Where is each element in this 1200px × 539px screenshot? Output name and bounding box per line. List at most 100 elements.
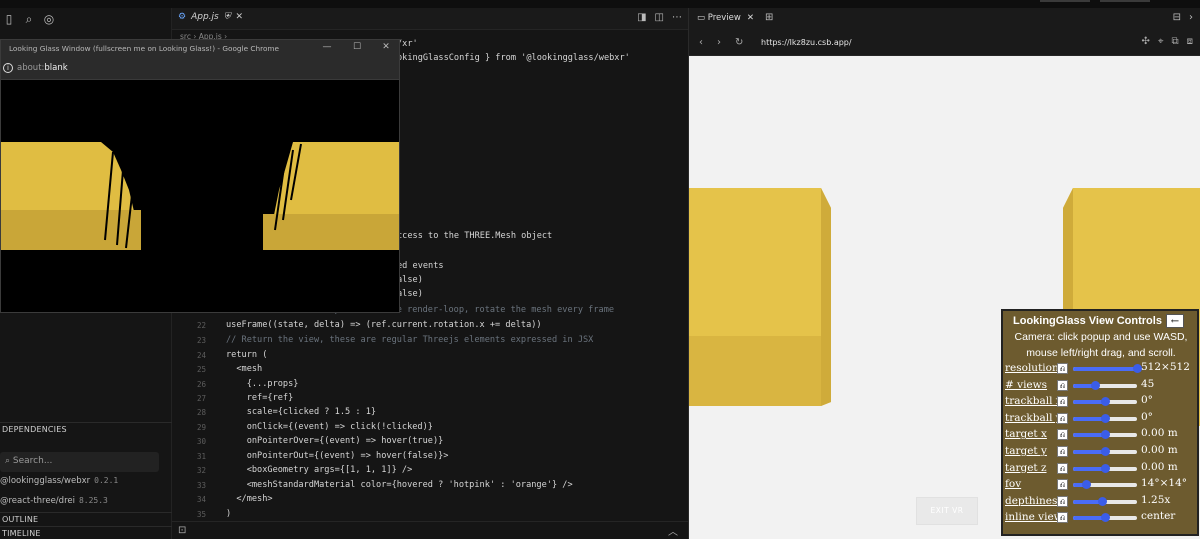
code-line[interactable]: 28 scale={clicked ? 1.5 : 1} — [172, 406, 688, 420]
timeline-label[interactable]: TIMELINE — [2, 529, 41, 538]
code-line[interactable]: 31 onPointerOut={(event) => hover(false)… — [172, 450, 688, 464]
dependency-item[interactable]: @lookingglass/webxr 0.2.1 — [0, 476, 118, 486]
code-line[interactable]: 35) — [172, 508, 688, 522]
slider-thumb[interactable] — [1101, 463, 1110, 473]
reset-icon[interactable]: ⎌ — [1057, 363, 1068, 374]
lg-control-label[interactable]: target x — [1005, 428, 1057, 440]
lg-control-label[interactable]: # views — [1005, 379, 1057, 391]
slider-thumb[interactable] — [1097, 496, 1107, 506]
close-icon[interactable]: ✕ — [235, 12, 243, 22]
reload-icon[interactable]: ↻ — [735, 37, 743, 48]
code-line[interactable]: 29 onClick={(event) => click(!clicked)} — [172, 421, 688, 435]
github-icon[interactable]: ◎ — [42, 12, 56, 32]
line-number: 28 — [196, 408, 206, 417]
reset-icon[interactable]: ⎌ — [1057, 495, 1068, 507]
url-input[interactable]: https://lkz8zu.csb.app/ — [761, 38, 852, 47]
dependencies-label[interactable]: DEPENDENCIES — [2, 425, 67, 434]
info-icon[interactable]: i — [3, 63, 13, 73]
slider-thumb[interactable] — [1101, 513, 1110, 523]
lg-slider[interactable] — [1073, 480, 1137, 490]
dependency-item[interactable]: @react-three/drei 8.25.3 — [0, 496, 108, 506]
slider-thumb[interactable] — [1101, 397, 1110, 407]
file-icon[interactable]: ▯ — [2, 12, 16, 32]
code-line[interactable]: 26 {...props} — [172, 378, 688, 392]
code-line[interactable]: 27 ref={ref} — [172, 392, 688, 406]
top-pill — [1100, 0, 1150, 2]
lg-slider[interactable] — [1073, 397, 1137, 407]
popout-icon[interactable]: ⧈ — [1187, 36, 1193, 47]
target-icon[interactable]: ⌖ — [1158, 36, 1164, 47]
slider-thumb[interactable] — [1081, 480, 1091, 490]
reset-icon[interactable]: ⎌ — [1057, 429, 1068, 441]
lg-control-label[interactable]: resolution — [1005, 362, 1057, 374]
more-icon[interactable]: ⋯ — [672, 12, 682, 23]
tab-preview[interactable]: ▭ Preview ✕ — [697, 13, 754, 23]
line-number: 31 — [196, 452, 206, 461]
outline-label[interactable]: OUTLINE — [2, 515, 38, 524]
reset-icon[interactable]: ⎌ — [1057, 396, 1068, 408]
lg-control-label[interactable]: inline view — [1005, 511, 1057, 523]
vr-icon[interactable]: ✣ — [1141, 36, 1149, 47]
exit-vr-button[interactable]: EXIT VR — [916, 497, 978, 525]
lg-control-label[interactable]: trackball x — [1005, 395, 1057, 407]
line-content: onPointerOver={(event) => hover(true)} — [226, 436, 444, 446]
lg-slider[interactable] — [1073, 430, 1137, 440]
code-line[interactable]: 30 onPointerOver={(event) => hover(true)… — [172, 435, 688, 449]
code-line[interactable]: 24 return ( — [172, 349, 688, 363]
lg-control-label[interactable]: depthiness — [1005, 495, 1057, 507]
reset-icon[interactable]: ⎌ — [1057, 479, 1068, 491]
slider-thumb[interactable] — [1101, 413, 1110, 423]
split-editor-icon[interactable]: ◫ — [655, 12, 664, 23]
open-external-icon[interactable]: ⧉ — [1171, 36, 1178, 47]
lg-slider[interactable] — [1073, 413, 1137, 423]
popup-url[interactable]: about:blank — [17, 63, 68, 73]
lg-control-label[interactable]: target y — [1005, 445, 1057, 457]
close-icon[interactable]: ✕ — [747, 13, 754, 23]
dependency-search-input[interactable]: ⌕ Search... — [0, 452, 159, 472]
panel-icon[interactable]: ⊟ — [1173, 12, 1181, 23]
search-icon[interactable]: ⌕ — [22, 12, 36, 32]
lg-slider[interactable] — [1073, 380, 1137, 390]
code-line[interactable]: 23 // Return the view, these are regular … — [172, 334, 688, 348]
chevron-right-icon[interactable]: › — [1189, 12, 1193, 23]
reset-icon[interactable]: ⎌ — [1057, 462, 1068, 474]
back-icon[interactable]: ‹ — [699, 37, 703, 48]
quilt-render — [1, 142, 399, 250]
slider-thumb[interactable] — [1091, 380, 1101, 390]
minimize-icon[interactable]: — — [312, 42, 342, 52]
code-line[interactable]: 22 useFrame((state, delta) => (ref.curren… — [172, 319, 688, 333]
reset-icon[interactable]: ⎌ — [1057, 412, 1068, 424]
lg-slider[interactable] — [1073, 447, 1137, 456]
code-line[interactable]: 33 <meshStandardMaterial color={hovered … — [172, 479, 688, 493]
reset-icon[interactable]: ⎌ — [1057, 379, 1068, 391]
lg-slider[interactable] — [1073, 496, 1137, 506]
slider-thumb[interactable] — [1101, 430, 1110, 440]
lg-control-label[interactable]: fov — [1005, 478, 1057, 490]
close-icon[interactable]: ✕ — [371, 42, 401, 52]
reset-icon[interactable]: ⎌ — [1057, 512, 1068, 524]
chevron-up-icon[interactable]: ︿ — [668, 523, 678, 538]
line-content: onClick={(event) => click(!clicked)} — [226, 422, 433, 432]
lg-control-row: fov ⎌ 14°×14° — [1005, 477, 1197, 493]
split-panel-icon[interactable]: ◨ — [637, 12, 646, 23]
line-number: 25 — [196, 365, 206, 374]
lg-slider[interactable] — [1073, 364, 1142, 373]
collapse-button[interactable]: ← — [1166, 314, 1184, 328]
divider — [0, 526, 172, 527]
code-line[interactable]: 25 <mesh — [172, 363, 688, 377]
lg-slider[interactable] — [1073, 513, 1137, 523]
code-line[interactable]: 32 <boxGeometry args={[1, 1, 1]} /> — [172, 464, 688, 478]
lg-control-row: depthiness ⎌ 1.25x — [1005, 494, 1197, 510]
add-tab-icon[interactable]: ⊞ — [765, 12, 773, 23]
tab-app-js[interactable]: ⚙ App.js ⛨ ✕ — [178, 12, 243, 22]
lg-control-label[interactable]: target z — [1005, 462, 1057, 474]
lg-slider[interactable] — [1073, 463, 1137, 473]
slider-thumb[interactable] — [1101, 447, 1110, 456]
reset-icon[interactable]: ⎌ — [1057, 446, 1068, 457]
lg-control-label[interactable]: trackball y — [1005, 412, 1057, 424]
terminal-icon[interactable]: ⊡ — [178, 525, 186, 536]
code-line[interactable]: 34 </mesh> — [172, 493, 688, 507]
maximize-icon[interactable]: ☐ — [342, 42, 372, 52]
forward-icon[interactable]: › — [717, 37, 721, 48]
lg-controls-title: LookingGlass View Controls — [1013, 315, 1162, 327]
